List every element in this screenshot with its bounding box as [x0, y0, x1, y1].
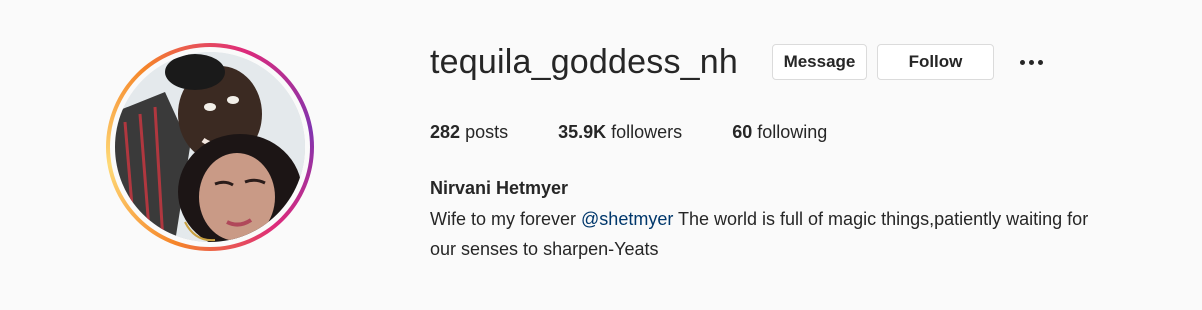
profile-header: tequila_goddess_nh Message Follow	[430, 40, 1050, 84]
following-stat[interactable]: 60 following	[732, 120, 827, 144]
avatar-photo-image	[115, 52, 305, 242]
follow-button[interactable]: Follow	[876, 44, 994, 80]
bio-suffix: The world is full of magic things,patien…	[673, 209, 1089, 229]
avatar-story-ring[interactable]	[106, 43, 314, 251]
username: tequila_goddess_nh	[430, 43, 738, 81]
profile-bio: Nirvani Hetmyer Wife to my forever @shet…	[430, 176, 1190, 264]
followers-stat[interactable]: 35.9K followers	[558, 120, 682, 144]
bio-prefix: Wife to my forever	[430, 209, 582, 229]
profile-stats: 282 posts 35.9K followers 60 following	[430, 120, 877, 144]
avatar[interactable]	[115, 52, 305, 242]
full-name: Nirvani Hetmyer	[430, 178, 569, 198]
bio-line-1: Wife to my forever @shetmyer The world i…	[430, 204, 1190, 234]
posts-count: 282	[430, 122, 461, 142]
dot	[1020, 59, 1026, 65]
following-label: following	[757, 122, 828, 142]
posts-label: posts	[465, 122, 509, 142]
dot	[1029, 59, 1035, 65]
avatar-ring-gap	[110, 47, 310, 247]
bio-line-2: our senses to sharpen-Yeats	[430, 239, 659, 259]
following-count: 60	[732, 122, 753, 142]
mention-link[interactable]: @shetmyer	[581, 209, 673, 229]
posts-stat: 282 posts	[430, 120, 508, 144]
more-options-icon[interactable]	[1014, 44, 1050, 80]
dot	[1038, 59, 1044, 65]
followers-label: followers	[611, 122, 683, 142]
message-button[interactable]: Message	[771, 44, 867, 80]
followers-count: 35.9K	[558, 122, 607, 142]
